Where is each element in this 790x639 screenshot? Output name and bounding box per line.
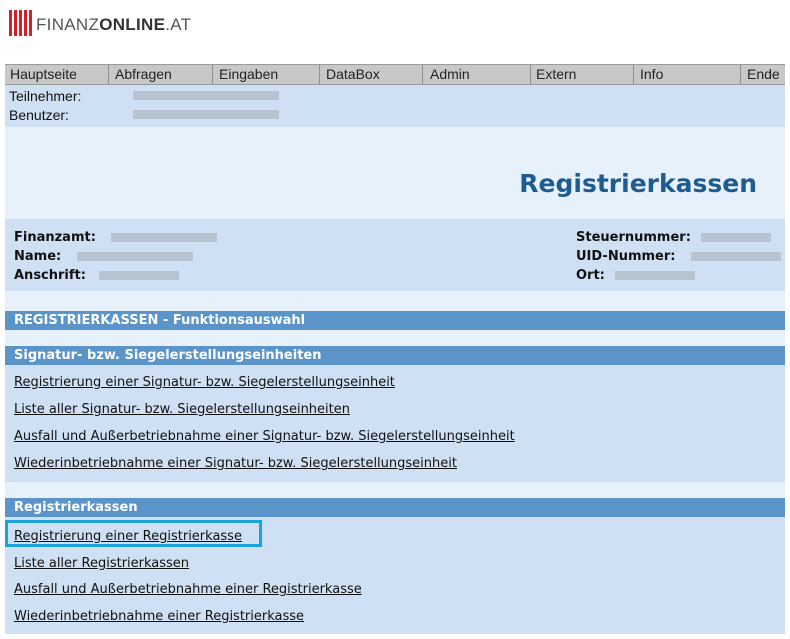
anschrift-label: Anschrift: [14, 268, 86, 283]
menu-info[interactable]: Info [640, 66, 663, 82]
link-signatur-wiederinbetriebnahme[interactable]: Wiederinbetriebnahme einer Signatur- bzw… [14, 456, 457, 471]
finanzonline-logo[interactable]: FINANZONLINE.AT [9, 10, 191, 36]
link-kasse-wiederinbetriebnahme[interactable]: Wiederinbetriebnahme einer Registrierkas… [14, 609, 304, 624]
gap [5, 330, 785, 346]
section-header-funktionsauswahl: REGISTRIERKASSEN - Funktionsauswahl [5, 311, 785, 330]
spacer [5, 291, 785, 311]
logo-text: FINANZONLINE.AT [36, 15, 192, 34]
page-title: Registrierkassen [519, 169, 757, 198]
finanzamt-redacted [111, 233, 217, 242]
menu-extern[interactable]: Extern [536, 66, 576, 82]
steuernummer-redacted [701, 233, 771, 242]
section-header-registrierkassen: Registrierkassen [5, 498, 785, 517]
link-kasse-ausfall[interactable]: Ausfall und Außerbetriebnahme einer Regi… [14, 582, 362, 597]
highlight-box [5, 520, 262, 547]
name-redacted [77, 252, 193, 261]
link-signatur-ausfall[interactable]: Ausfall und Außerbetriebnahme einer Sign… [14, 429, 515, 444]
menu-admin[interactable]: Admin [430, 66, 470, 82]
link-signatur-liste[interactable]: Liste aller Signatur- bzw. Siegelerstell… [14, 402, 350, 417]
menu-eingaben[interactable]: Eingaben [219, 66, 278, 82]
uid-redacted [691, 252, 781, 261]
taxpayer-details: Finanzamt: Name: Anschrift: Steuernummer… [5, 219, 785, 291]
uid-label: UID-Nummer: [576, 249, 676, 264]
ort-redacted [615, 271, 695, 280]
link-signatur-registrierung[interactable]: Registrierung einer Signatur- bzw. Siege… [14, 375, 395, 390]
menu-hauptseite[interactable]: Hauptseite [10, 66, 77, 82]
logo-bars-icon [9, 10, 32, 36]
teilnehmer-label: Teilnehmer: [9, 88, 82, 104]
name-label: Name: [14, 249, 62, 264]
ort-label: Ort: [576, 268, 605, 283]
link-kasse-liste[interactable]: Liste aller Registrierkassen [14, 556, 189, 571]
user-info: Teilnehmer: Benutzer: [5, 85, 785, 127]
title-area: Registrierkassen [5, 127, 785, 219]
main-menu-bar: Hauptseite Abfragen Eingaben DataBox Adm… [5, 64, 785, 85]
benutzer-label: Benutzer: [9, 107, 69, 123]
menu-databox[interactable]: DataBox [326, 66, 380, 82]
menu-abfragen[interactable]: Abfragen [115, 66, 172, 82]
anschrift-redacted [99, 271, 179, 280]
teilnehmer-redacted [133, 91, 279, 100]
steuernummer-label: Steuernummer: [576, 230, 691, 245]
gap [5, 482, 785, 498]
section-header-signatur: Signatur- bzw. Siegelerstellungseinheite… [5, 346, 785, 365]
finanzamt-label: Finanzamt: [14, 230, 96, 245]
menu-ende[interactable]: Ende [747, 66, 780, 82]
benutzer-redacted [133, 110, 279, 119]
signatur-panel: Registrierung einer Signatur- bzw. Siege… [5, 365, 785, 482]
